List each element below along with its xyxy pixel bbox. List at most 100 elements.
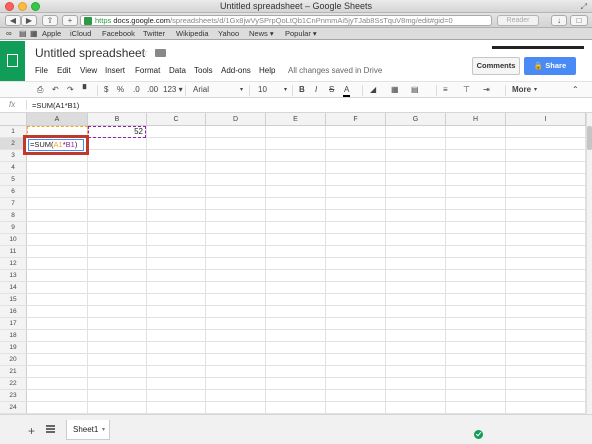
row-header-13[interactable]: 13 (0, 270, 27, 282)
account-name[interactable] (492, 46, 584, 49)
number-format-select[interactable]: 123 ▾ (163, 85, 183, 95)
column-header-e[interactable]: E (266, 113, 326, 126)
all-sheets-icon[interactable] (46, 425, 55, 433)
row-header-7[interactable]: 7 (0, 198, 27, 210)
sheets-logo-icon[interactable] (0, 41, 25, 81)
row-header-6[interactable]: 6 (0, 186, 27, 198)
reading-list-icon[interactable]: ∞ (6, 28, 12, 40)
italic-button[interactable]: I (315, 85, 317, 95)
borders-icon[interactable]: ▦ (391, 85, 399, 95)
row-header-22[interactable]: 22 (0, 378, 27, 390)
align-left-icon[interactable]: ≡ (443, 85, 448, 95)
bold-button[interactable]: B (299, 85, 305, 95)
row-header-8[interactable]: 8 (0, 210, 27, 222)
chevron-down-icon[interactable]: ▾ (284, 85, 287, 95)
menu-data[interactable]: Data (169, 66, 186, 75)
sheet-tab[interactable]: Sheet1 ▾ (66, 420, 110, 440)
row-header-11[interactable]: 11 (0, 246, 27, 258)
row-header-5[interactable]: 5 (0, 174, 27, 186)
print-icon[interactable]: ⎙ (37, 85, 43, 95)
vertical-scrollbar[interactable] (586, 113, 592, 414)
menu-addons[interactable]: Add-ons (221, 66, 251, 75)
bookmark-icloud[interactable]: iCloud (70, 28, 91, 40)
font-size-select[interactable]: 10 (258, 85, 267, 95)
top-sites-icon[interactable]: ▦ (30, 28, 38, 40)
cell-a2-editor[interactable]: =SUM(A1*B1) (28, 139, 84, 151)
bookmark-facebook[interactable]: Facebook (102, 28, 135, 40)
row-header-12[interactable]: 12 (0, 258, 27, 270)
menu-help[interactable]: Help (259, 66, 275, 75)
share-button[interactable]: 🔒 Share (524, 57, 576, 75)
close-window-button[interactable] (5, 2, 14, 11)
row-header-17[interactable]: 17 (0, 318, 27, 330)
collapse-toolbar-icon[interactable]: ⌃ (572, 85, 579, 95)
column-header-h[interactable]: H (446, 113, 506, 126)
bookmark-popular[interactable]: Popular ▾ (285, 28, 317, 40)
column-header-a[interactable]: A (27, 113, 88, 126)
column-header-g[interactable]: G (386, 113, 446, 126)
redo-icon[interactable]: ↷ (67, 85, 74, 95)
menu-format[interactable]: Format (135, 66, 160, 75)
font-select[interactable]: Arial (193, 85, 209, 95)
column-header-c[interactable]: C (147, 113, 206, 126)
menu-file[interactable]: File (35, 66, 48, 75)
minimize-window-button[interactable] (18, 2, 27, 11)
formula-input[interactable]: =SUM(A1*B1) (32, 101, 79, 110)
fill-color-icon[interactable]: ◢ (370, 85, 376, 95)
forward-button[interactable]: ▶ (21, 15, 37, 26)
cell-b1[interactable]: 52 (88, 126, 146, 138)
vertical-align-icon[interactable]: ⊤ (463, 85, 470, 95)
more-button[interactable]: More (512, 85, 531, 95)
menu-edit[interactable]: Edit (57, 66, 71, 75)
merge-cells-icon[interactable]: ▤ (411, 85, 419, 95)
row-header-23[interactable]: 23 (0, 390, 27, 402)
add-sheet-icon[interactable]: + (28, 424, 35, 438)
download-icon[interactable]: ↓ (551, 15, 567, 26)
row-header-4[interactable]: 4 (0, 162, 27, 174)
column-header-b[interactable]: B (88, 113, 147, 126)
bookmark-twitter[interactable]: Twitter (143, 28, 165, 40)
row-header-21[interactable]: 21 (0, 366, 27, 378)
paint-format-icon[interactable]: ▘ (83, 85, 89, 95)
bookmark-wikipedia[interactable]: Wikipedia (176, 28, 209, 40)
strikethrough-button[interactable]: S (329, 85, 334, 95)
zoom-window-button[interactable] (31, 2, 40, 11)
chevron-down-icon[interactable]: ▾ (534, 85, 537, 95)
menu-view[interactable]: View (80, 66, 97, 75)
decrease-decimal-button[interactable]: .0 (133, 85, 140, 95)
star-icon[interactable]: ☆ (139, 46, 149, 59)
new-tab-button[interactable]: + (62, 15, 78, 26)
spreadsheet-grid[interactable]: ABCDEFGHI 1 2 3 4 5 6 7 8 9 10 11 12 13 14 15 16 17 18 19 2… (0, 113, 586, 414)
select-all-corner[interactable] (0, 113, 27, 126)
row-header-18[interactable]: 18 (0, 330, 27, 342)
undo-icon[interactable]: ↶ (52, 85, 59, 95)
currency-button[interactable]: $ (104, 85, 108, 95)
chevron-down-icon[interactable]: ▾ (240, 85, 243, 95)
bookmarks-icon[interactable]: ▤ (19, 28, 27, 40)
fullscreen-icon[interactable]: ⤢ (581, 0, 587, 13)
row-header-9[interactable]: 9 (0, 222, 27, 234)
menu-tools[interactable]: Tools (194, 66, 213, 75)
row-header-15[interactable]: 15 (0, 294, 27, 306)
bookmark-apple[interactable]: Apple (42, 28, 61, 40)
row-header-10[interactable]: 10 (0, 234, 27, 246)
column-header-f[interactable]: F (326, 113, 386, 126)
column-header-d[interactable]: D (206, 113, 266, 126)
chevron-down-icon[interactable]: ▾ (102, 420, 105, 440)
bookmark-yahoo[interactable]: Yahoo (218, 28, 239, 40)
bookmark-news[interactable]: News ▾ (249, 28, 274, 40)
row-header-16[interactable]: 16 (0, 306, 27, 318)
text-wrap-icon[interactable]: ⇥ (483, 85, 490, 95)
back-button[interactable]: ◀ (5, 15, 21, 26)
document-title[interactable]: Untitled spreadsheet (35, 46, 145, 60)
row-header-14[interactable]: 14 (0, 282, 27, 294)
percent-button[interactable]: % (117, 85, 124, 95)
row-header-24[interactable]: 24 (0, 402, 27, 414)
address-bar[interactable]: https docs.google.com/spreadsheets/d/1Gx… (80, 15, 492, 26)
column-header-i[interactable]: I (506, 113, 586, 126)
row-header-20[interactable]: 20 (0, 354, 27, 366)
menu-insert[interactable]: Insert (105, 66, 125, 75)
increase-decimal-button[interactable]: .00 (147, 85, 158, 95)
reader-button[interactable]: Reader (497, 15, 539, 26)
comments-button[interactable]: Comments (472, 57, 520, 75)
